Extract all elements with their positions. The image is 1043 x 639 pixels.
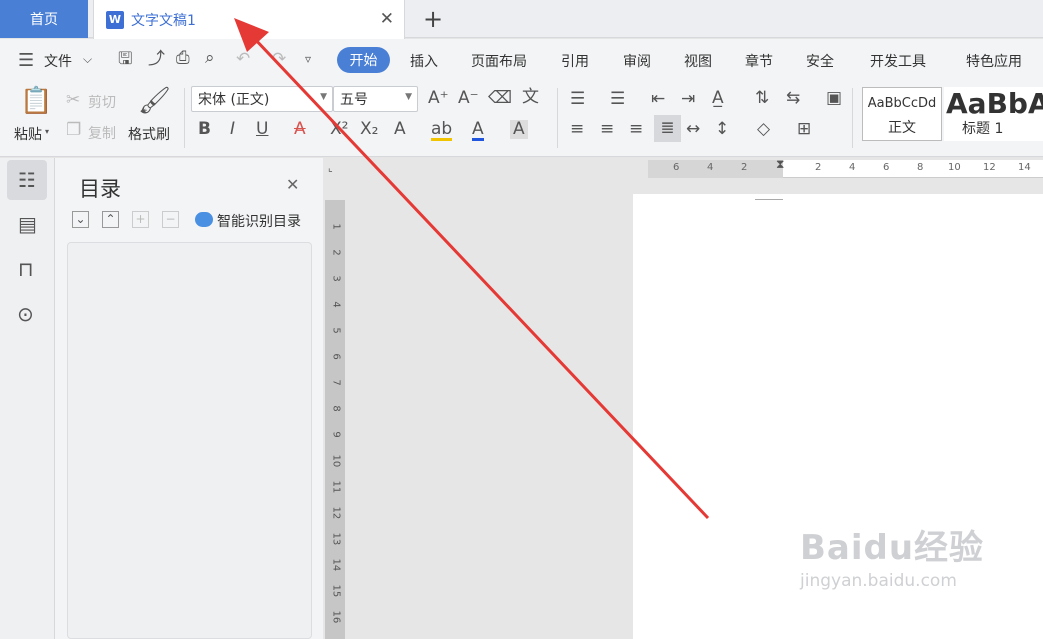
annotation-arrow bbox=[234, 18, 710, 520]
